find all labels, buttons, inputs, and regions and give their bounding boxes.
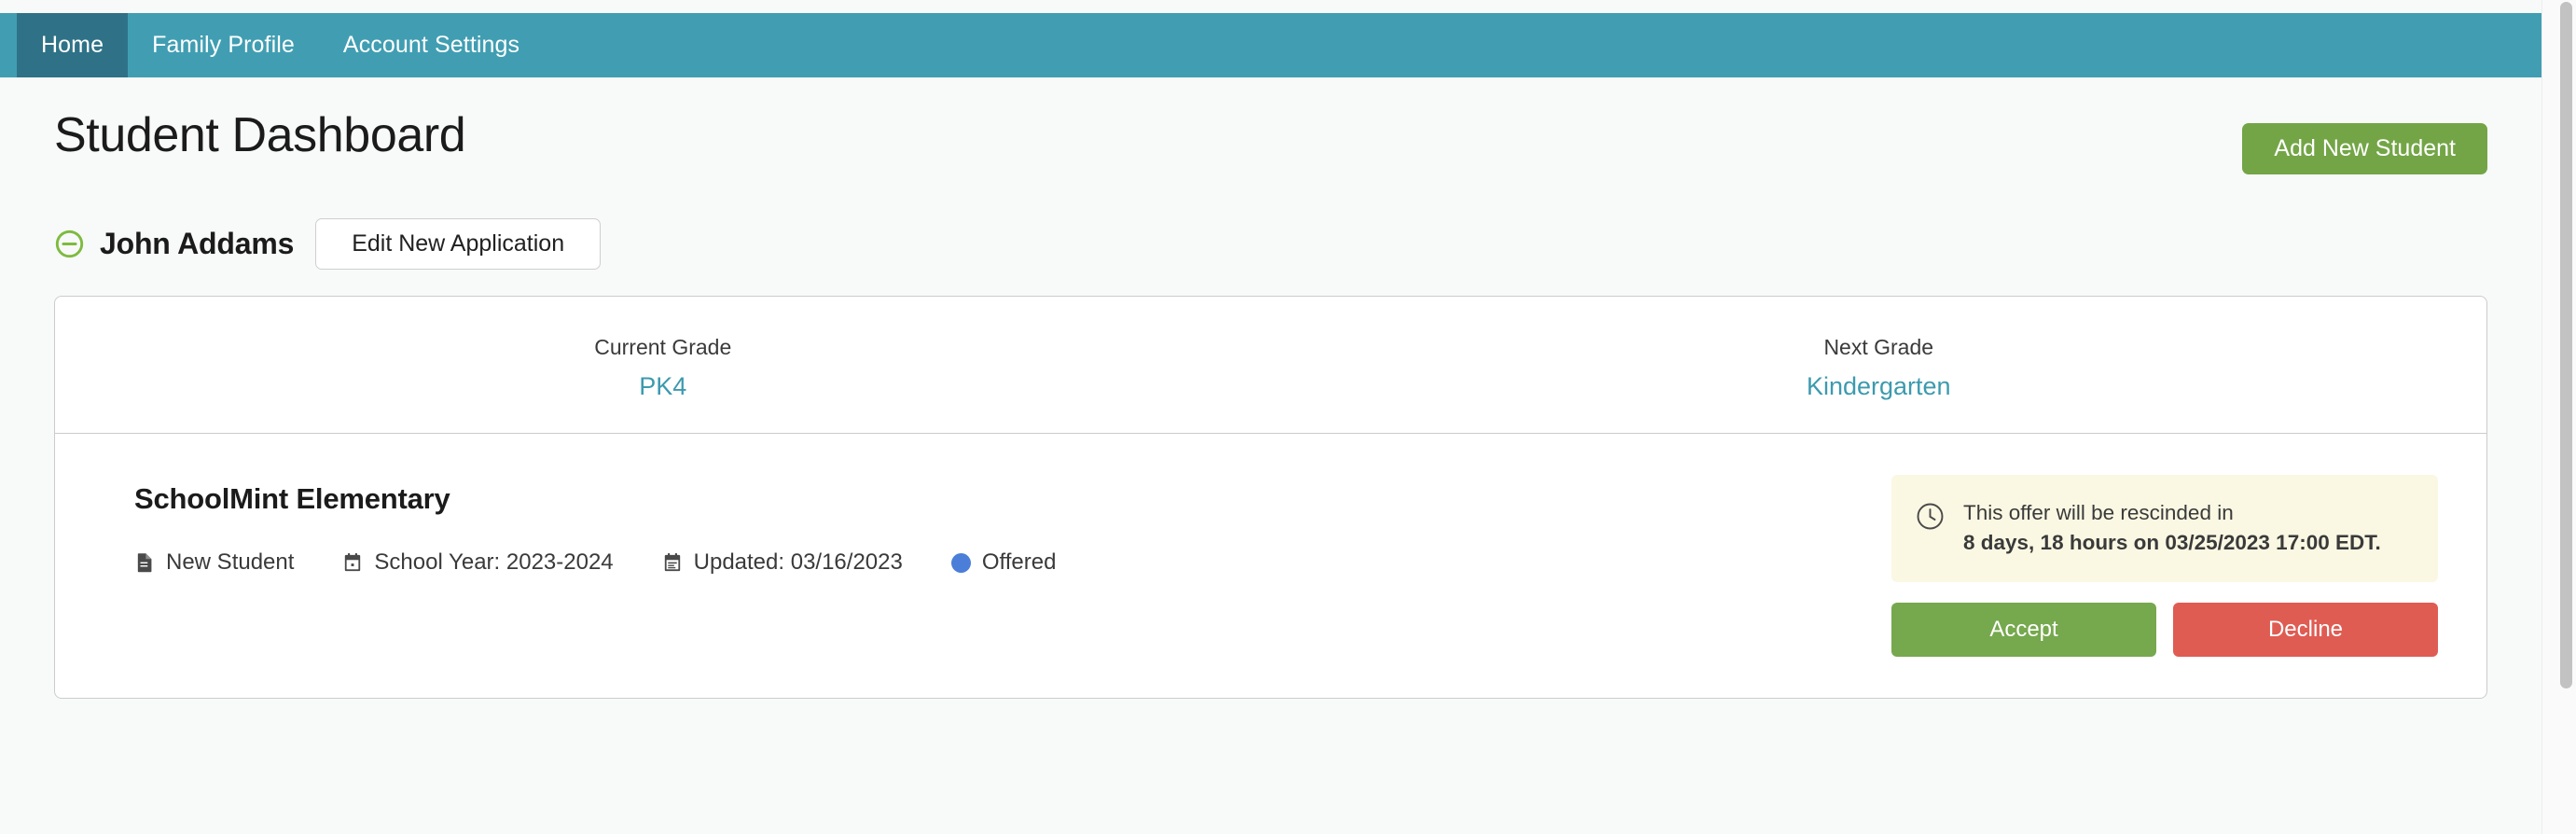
school-name: SchoolMint Elementary — [134, 482, 450, 516]
nav-item-account-settings[interactable]: Account Settings — [319, 13, 544, 77]
offer-expiry-lead: This offer will be rescinded in — [1963, 501, 2234, 525]
top-strip — [0, 0, 2541, 13]
nav-item-home[interactable]: Home — [17, 13, 129, 77]
offer-expiry-notice: This offer will be rescinded in 8 days, … — [1891, 475, 2438, 583]
nav-item-family-profile[interactable]: Family Profile — [128, 13, 319, 77]
application-card: Current Grade PK4 Next Grade Kindergarte… — [54, 296, 2487, 700]
page-scroll-area: Home Family Profile Account Settings Stu… — [0, 0, 2541, 834]
offer-expiry-text: This offer will be rescinded in 8 days, … — [1963, 498, 2381, 558]
vertical-scrollbar-thumb[interactable] — [2560, 2, 2572, 688]
current-grade-label: Current Grade — [594, 335, 732, 359]
offer-expiry-detail: 8 days, 18 hours on 03/25/2023 17:00 EDT… — [1963, 531, 2381, 555]
decline-offer-button[interactable]: Decline — [2173, 603, 2438, 658]
offer-actions-panel: This offer will be rescinded in 8 days, … — [1891, 475, 2438, 658]
calendar-lines-icon — [662, 551, 683, 575]
current-grade-cell: Current Grade PK4 — [55, 333, 1271, 401]
meta-updated-date-label: Updated: 03/16/2023 — [693, 549, 903, 576]
nav-item-family-profile-label: Family Profile — [152, 32, 295, 58]
meta-status: Offered — [950, 549, 1057, 576]
page-content: Student Dashboard Add New Student John A… — [0, 77, 2541, 700]
application-meta-row: New Student School Year: 2023-2024 Updat… — [134, 549, 1056, 576]
status-dot-icon — [950, 552, 971, 573]
offer-details: SchoolMint Elementary New Student School… — [134, 475, 1056, 576]
nav-item-account-settings-label: Account Settings — [342, 32, 520, 58]
next-grade-label: Next Grade — [1823, 335, 1934, 359]
circle-minus-icon[interactable] — [54, 229, 85, 259]
next-grade-cell: Next Grade Kindergarten — [1271, 333, 2487, 401]
grade-strip: Current Grade PK4 Next Grade Kindergarte… — [55, 297, 2487, 435]
page-title: Student Dashboard — [54, 108, 466, 162]
student-name: John Addams — [100, 227, 295, 260]
add-new-student-button[interactable]: Add New Student — [2242, 123, 2487, 174]
meta-school-year: School Year: 2023-2024 — [342, 549, 614, 576]
document-icon — [134, 551, 155, 575]
offer-action-buttons: Accept Decline — [1891, 603, 2438, 658]
offer-body: SchoolMint Elementary New Student School… — [55, 434, 2486, 698]
current-grade-value[interactable]: PK4 — [55, 371, 1271, 401]
accept-offer-button[interactable]: Accept — [1891, 603, 2156, 658]
meta-updated-date: Updated: 03/16/2023 — [662, 549, 903, 576]
nav-item-home-label: Home — [41, 32, 104, 58]
edit-new-application-button[interactable]: Edit New Application — [315, 218, 602, 270]
meta-school-year-label: School Year: 2023-2024 — [374, 549, 614, 576]
vertical-scrollbar[interactable] — [2541, 0, 2576, 834]
page-header: Student Dashboard Add New Student — [54, 77, 2487, 174]
next-grade-value[interactable]: Kindergarten — [1271, 371, 2487, 401]
student-header-row: John Addams Edit New Application — [54, 218, 2487, 270]
status-badge: Offered — [981, 549, 1057, 576]
clock-icon — [1917, 503, 1944, 530]
calendar-icon — [342, 551, 363, 575]
main-navigation: Home Family Profile Account Settings — [0, 13, 2541, 77]
app-viewport: Home Family Profile Account Settings Stu… — [0, 0, 2576, 834]
meta-application-type-label: New Student — [166, 549, 295, 576]
meta-application-type: New Student — [134, 549, 294, 576]
